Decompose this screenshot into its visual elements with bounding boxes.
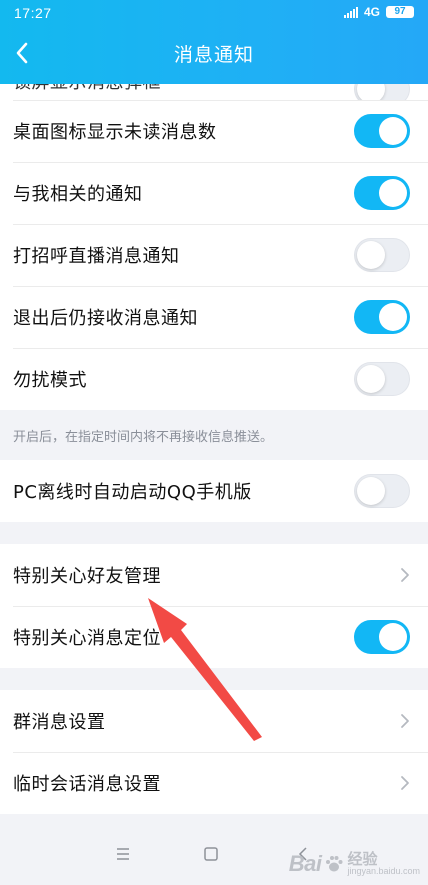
- toggle-switch[interactable]: [354, 176, 410, 210]
- watermark-url: jingyan.baidu.com: [347, 866, 420, 876]
- toggle-switch[interactable]: [354, 114, 410, 148]
- row-special-locate[interactable]: 特别关心消息定位: [0, 606, 428, 668]
- toggle-switch[interactable]: [354, 84, 410, 100]
- signal-icon: [343, 6, 358, 18]
- battery-icon: 97: [386, 6, 414, 18]
- toggle-switch[interactable]: [354, 620, 410, 654]
- row-label: 群消息设置: [13, 712, 106, 733]
- row-group-settings[interactable]: 群消息设置: [0, 690, 428, 752]
- row-label: 临时会话消息设置: [13, 774, 161, 795]
- row-lockscreen-popup[interactable]: 锁屏显示消息弹框: [0, 84, 428, 100]
- header: 17:27 4G 97 消息通知: [0, 0, 428, 84]
- dnd-hint: 开启后，在指定时间内将不再接收信息推送。: [0, 410, 428, 460]
- row-desktop-badge[interactable]: 桌面图标显示未读消息数: [0, 100, 428, 162]
- android-nav-bar: Bai 经验 jingyan.baidu.com: [0, 831, 428, 885]
- row-label: 特别关心好友管理: [13, 566, 161, 587]
- row-label: 锁屏显示消息弹框: [13, 84, 161, 94]
- baidu-watermark: Bai 经验 jingyan.baidu.com: [289, 851, 420, 877]
- row-related-notifications[interactable]: 与我相关的通知: [0, 162, 428, 224]
- row-label: 与我相关的通知: [13, 184, 143, 205]
- row-greet-live[interactable]: 打招呼直播消息通知: [0, 224, 428, 286]
- section-gap: [0, 668, 428, 690]
- watermark-name: 经验: [347, 851, 378, 868]
- status-indicators: 4G 97: [343, 5, 414, 19]
- page-title: 消息通知: [173, 44, 254, 66]
- chevron-right-icon: [401, 568, 409, 582]
- row-label: 特别关心消息定位: [13, 628, 161, 649]
- row-temp-chat[interactable]: 临时会话消息设置: [0, 752, 428, 814]
- row-do-not-disturb[interactable]: 勿扰模式: [0, 348, 428, 410]
- row-pc-offline[interactable]: PC离线时自动启动QQ手机版: [0, 460, 428, 522]
- settings-list: 锁屏显示消息弹框 桌面图标显示未读消息数 与我相关的通知 打招呼直播消息通知 退…: [0, 84, 428, 814]
- toggle-switch[interactable]: [354, 238, 410, 272]
- row-after-exit[interactable]: 退出后仍接收消息通知: [0, 286, 428, 348]
- menu-icon[interactable]: [116, 847, 130, 861]
- row-label: 退出后仍接收消息通知: [13, 308, 198, 329]
- row-special-friends[interactable]: 特别关心好友管理: [0, 544, 428, 606]
- section-gap: [0, 522, 428, 544]
- row-label: PC离线时自动启动QQ手机版: [13, 482, 252, 503]
- chevron-right-icon: [401, 776, 409, 790]
- toggle-switch[interactable]: [354, 300, 410, 334]
- chevron-right-icon: [401, 714, 409, 728]
- row-label: 勿扰模式: [13, 370, 87, 391]
- status-bar: 17:27 4G 97: [0, 0, 428, 26]
- status-time: 17:27: [14, 5, 52, 21]
- network-label: 4G: [363, 5, 380, 19]
- toggle-switch[interactable]: [354, 362, 410, 396]
- home-icon[interactable]: [204, 847, 218, 861]
- paw-icon: [326, 856, 343, 872]
- row-label: 桌面图标显示未读消息数: [13, 122, 217, 143]
- toggle-switch[interactable]: [354, 474, 410, 508]
- watermark-logo: Bai: [288, 851, 322, 876]
- row-label: 打招呼直播消息通知: [13, 246, 180, 267]
